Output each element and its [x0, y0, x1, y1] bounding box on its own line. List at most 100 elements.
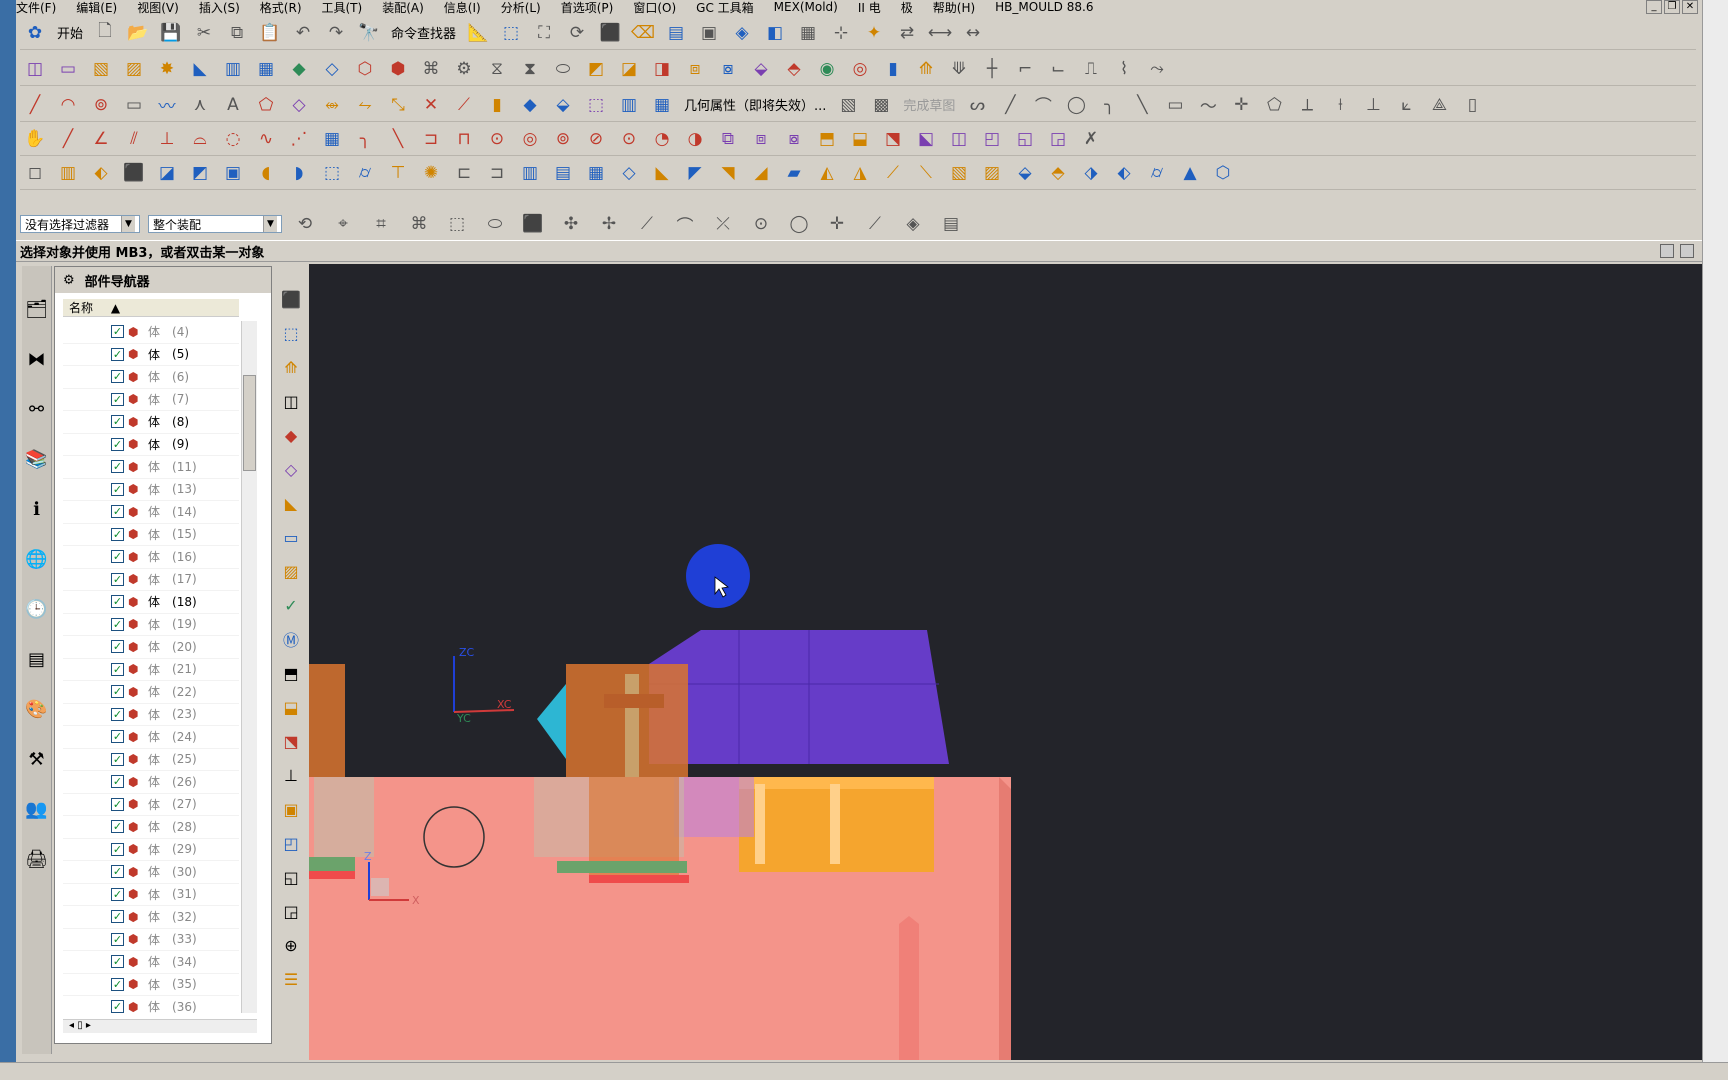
mold-tool-33-icon[interactable]: ⎍ [1076, 55, 1106, 83]
feature-11-icon[interactable]: ✺ [416, 159, 446, 187]
visibility-checkbox[interactable]: ✓ [111, 572, 124, 586]
constraint-icon[interactable]: ⟀ [1391, 91, 1421, 119]
snap-point-icon[interactable]: ✛ [822, 210, 852, 238]
open-file-icon[interactable]: 📂 [123, 19, 153, 47]
trim-curve-icon[interactable]: ⟋ [449, 91, 479, 119]
join-curve-icon[interactable]: ▮ [482, 91, 512, 119]
gear-icon[interactable]: ⚙ [63, 273, 75, 288]
visibility-checkbox[interactable]: ✓ [111, 482, 124, 496]
mold-tool-22-icon[interactable]: ⧇ [713, 55, 743, 83]
mold-tool-27-icon[interactable]: ▮ [878, 55, 908, 83]
visibility-checkbox[interactable]: ✓ [111, 640, 124, 654]
studio-spline-icon[interactable]: 〜 [1193, 91, 1223, 119]
visibility-checkbox[interactable]: ✓ [111, 415, 124, 429]
mold-tool-30-icon[interactable]: ┼ [977, 55, 1007, 83]
mold-tool-34-icon[interactable]: ⌇ [1109, 55, 1139, 83]
mold-tool-12-icon[interactable]: ⬢ [383, 55, 413, 83]
geometric-properties-button[interactable]: 几何属性（即将失效）... [680, 95, 830, 114]
block-pattern-icon[interactable]: ◲ [1043, 125, 1073, 153]
visibility-checkbox[interactable]: ✓ [111, 347, 124, 361]
feature-31-icon[interactable]: ⬗ [1076, 159, 1106, 187]
cube-view-icon[interactable]: ⬛ [595, 19, 625, 47]
cylinder-icon[interactable]: ⌭ [350, 159, 380, 187]
block-intersect-icon[interactable]: ⬒ [812, 125, 842, 153]
mold-tool-21-icon[interactable]: ⧈ [680, 55, 710, 83]
side-tool-6-icon[interactable]: ◇ [278, 456, 304, 482]
feature-1-icon[interactable]: ▥ [53, 159, 83, 187]
menu-item-0[interactable]: 文件(F) [16, 0, 56, 15]
measure-distance-icon[interactable]: ↔ [958, 19, 988, 47]
tree-row[interactable]: ✓ ⬢ 体 (8) [63, 411, 239, 434]
menu-item-13[interactable]: II 电 [858, 0, 881, 15]
circle-diameter-icon[interactable]: ⊙ [614, 125, 644, 153]
side-tool-19-icon[interactable]: ◲ [278, 898, 304, 924]
side-tool-11-icon[interactable]: Ⓜ [278, 626, 304, 652]
section-view-icon[interactable]: ◧ [760, 19, 790, 47]
transform-icon[interactable]: ⇄ [892, 19, 922, 47]
visibility-checkbox[interactable]: ✓ [111, 437, 124, 451]
tree-row[interactable]: ✓ ⬢ 体 (5) [63, 344, 239, 366]
tree-row[interactable]: ✓ ⬢ 体 (30) [63, 861, 239, 884]
side-tool-7-icon[interactable]: ◣ [278, 490, 304, 516]
tree-row[interactable]: ✓ ⬢ 体 (17) [63, 569, 239, 591]
sheet-icon[interactable]: ◻ [20, 159, 50, 187]
side-tool-4-icon[interactable]: ◫ [278, 388, 304, 414]
navigator-horizontal-scrollbar[interactable]: ◂ ▯ ▸ [63, 1019, 257, 1033]
wrap-curve-icon[interactable]: ▥ [614, 91, 644, 119]
side-tool-18-icon[interactable]: ◱ [278, 864, 304, 890]
scroll-thumb[interactable] [243, 375, 256, 471]
mold-tool-18-icon[interactable]: ◩ [581, 55, 611, 83]
visibility-checkbox[interactable]: ✓ [111, 460, 124, 474]
intersect-curve-icon[interactable]: ✕ [416, 91, 446, 119]
visibility-checkbox[interactable]: ✓ [111, 752, 124, 766]
menu-item-12[interactable]: MEX(Mold) [774, 0, 838, 14]
feature-24-icon[interactable]: ◮ [845, 159, 875, 187]
tree-row[interactable]: ✓ ⬢ 体 (32) [63, 906, 239, 929]
side-tool-15-icon[interactable]: ⊥ [278, 762, 304, 788]
circle-point-icon[interactable]: ◑ [680, 125, 710, 153]
mold-tool-4-icon[interactable]: ▨ [119, 55, 149, 83]
tree-row[interactable]: ✓ ⬢ 体 (26) [63, 771, 239, 794]
quick-trim-icon[interactable]: ⟂ [1292, 91, 1322, 119]
snap-arc-icon[interactable]: ⌒ [670, 210, 700, 238]
tree-row[interactable]: ✓ ⬢ 体 (24) [63, 726, 239, 749]
visibility-checkbox[interactable]: ✓ [111, 662, 124, 676]
system-materials-tab-icon[interactable]: ▤ [24, 642, 50, 676]
snap-line-icon[interactable]: ⟋ [632, 210, 662, 238]
visibility-checkbox[interactable]: ✓ [111, 685, 124, 699]
circle-arc-icon[interactable]: ◔ [647, 125, 677, 153]
sketch-arc-icon[interactable]: ⌒ [1028, 91, 1058, 119]
line-icon[interactable]: ╱ [20, 91, 50, 119]
side-tool-20-icon[interactable]: ⊕ [278, 932, 304, 958]
menu-item-10[interactable]: 窗口(O) [633, 0, 676, 15]
extrude-sketch-icon[interactable]: ◇ [284, 91, 314, 119]
sketch-rect-icon[interactable]: ▭ [1160, 91, 1190, 119]
mold-tool-32-icon[interactable]: ⌙ [1043, 55, 1073, 83]
side-tool-21-icon[interactable]: ☰ [278, 966, 304, 992]
side-tool-9-icon[interactable]: ▨ [278, 558, 304, 584]
feature-14-icon[interactable]: ▥ [515, 159, 545, 187]
feature-15-icon[interactable]: ▤ [548, 159, 578, 187]
snap-icon[interactable]: ✋ [20, 125, 50, 153]
menu-item-9[interactable]: 首选项(P) [561, 0, 614, 15]
visibility-checkbox[interactable]: ✓ [111, 392, 124, 406]
mold-tool-20-icon[interactable]: ◨ [647, 55, 677, 83]
curve-fillet-icon[interactable]: ╮ [350, 125, 380, 153]
cue-line-toggle[interactable] [1660, 244, 1674, 258]
sketch-point-icon[interactable]: ✛ [1226, 91, 1256, 119]
feature-12-icon[interactable]: ⊏ [449, 159, 479, 187]
cut-icon[interactable]: ✂ [189, 19, 219, 47]
circle-radius-icon[interactable]: ⊘ [581, 125, 611, 153]
mold-tool-19-icon[interactable]: ◪ [614, 55, 644, 83]
graphics-window[interactable]: ZC XC YC Z X [309, 264, 1702, 1060]
chamfer-icon[interactable]: ╲ [1127, 91, 1157, 119]
finish-sketch-button[interactable]: 完成草图 [899, 95, 959, 114]
visibility-checkbox[interactable]: ✓ [111, 887, 124, 901]
make-corner-icon[interactable]: ⊥ [1358, 91, 1388, 119]
block-unite-icon[interactable]: ⧈ [746, 125, 776, 153]
visibility-checkbox[interactable]: ✓ [111, 865, 124, 879]
feature-18-icon[interactable]: ◣ [647, 159, 677, 187]
info-tab-icon[interactable]: ℹ [24, 492, 50, 526]
selection-filter-dropdown[interactable]: 没有选择过滤器 ▼ [20, 215, 140, 233]
restore-button[interactable]: ❐ [1664, 0, 1680, 14]
